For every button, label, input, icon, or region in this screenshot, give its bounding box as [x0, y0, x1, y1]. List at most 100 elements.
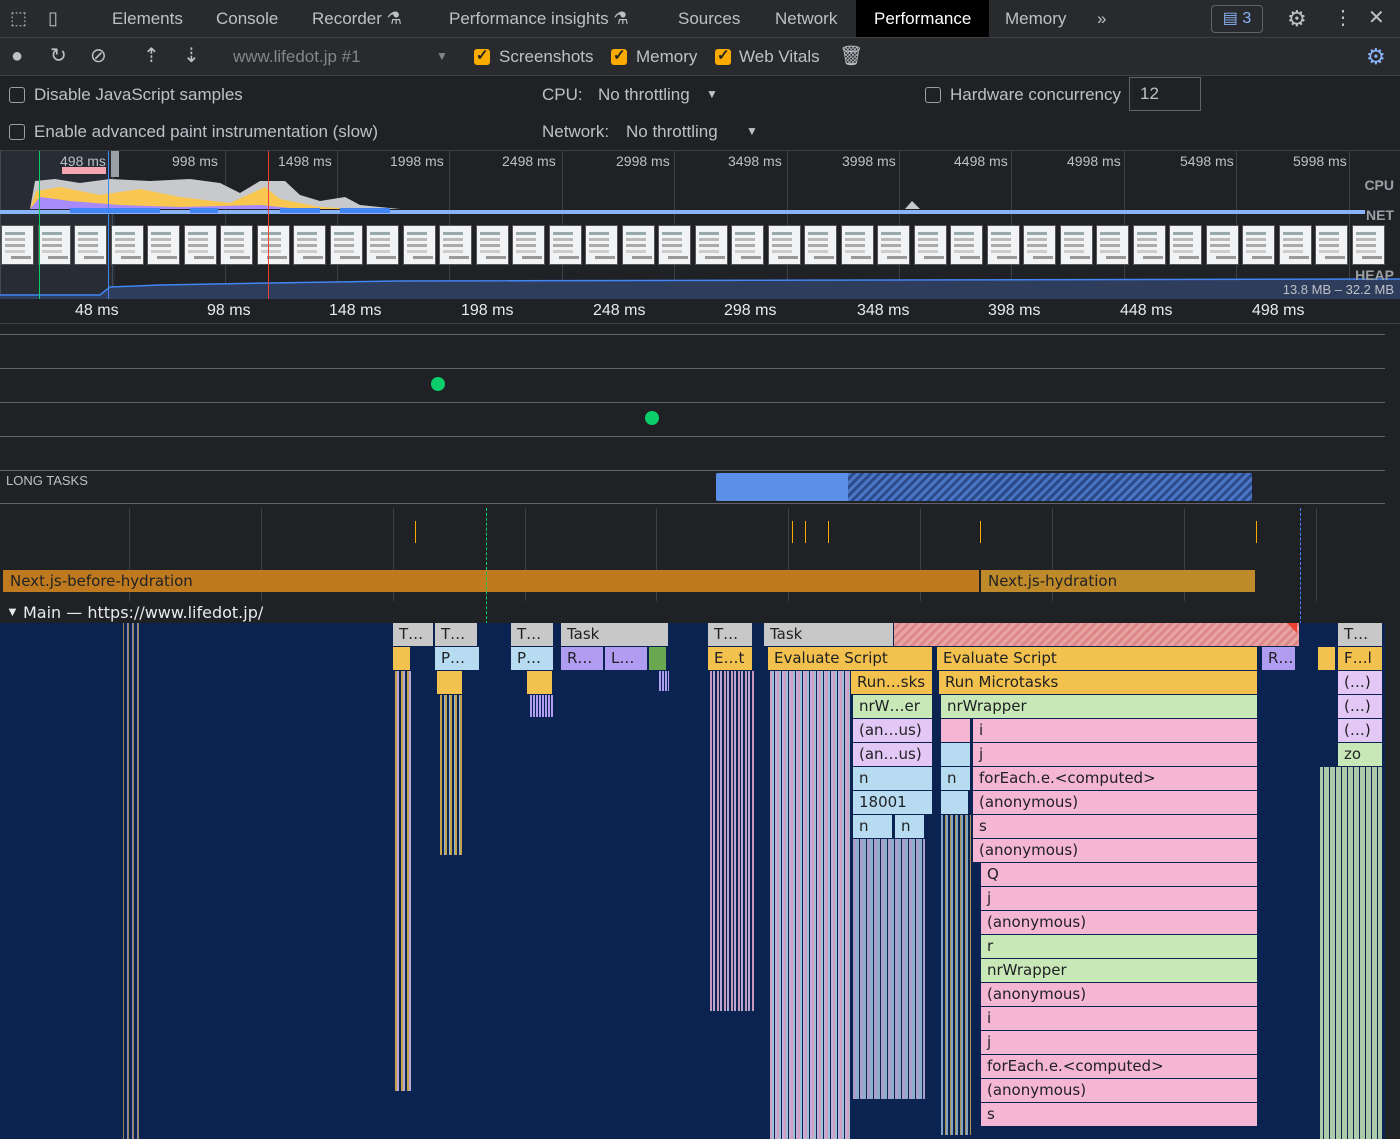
tab-network[interactable]: Network [775, 0, 837, 37]
flame-block[interactable]: n [895, 815, 925, 838]
settings-gear-icon[interactable]: ⚙ [1287, 0, 1307, 37]
trash-icon[interactable]: 🗑 [839, 38, 863, 75]
inspect-element-icon[interactable]: ⬚ [10, 0, 27, 37]
screenshot-thumbnail[interactable] [512, 225, 545, 265]
flame-block[interactable]: (anonymous) [973, 791, 1258, 814]
screenshot-thumbnail[interactable] [1059, 225, 1093, 265]
long-task-block[interactable]: Task [764, 623, 894, 646]
flame-block[interactable]: (an…us) [853, 743, 933, 766]
screenshot-thumbnail[interactable] [585, 225, 618, 265]
flame-block[interactable]: forEach.e.<computed> [973, 767, 1258, 790]
upload-icon[interactable]: ⇡ [143, 38, 160, 75]
flame-block[interactable]: (anonymous) [981, 1079, 1258, 1102]
evaluate-script-block[interactable]: Evaluate Script [937, 647, 1258, 670]
screenshot-thumbnail[interactable] [183, 225, 217, 265]
tab-recorder[interactable]: Recorder ⚗ [312, 0, 402, 37]
parse-block[interactable]: P… [511, 647, 554, 670]
screenshot-thumbnail[interactable] [1242, 225, 1275, 265]
tab-performance[interactable]: Performance [856, 0, 990, 37]
flame-block[interactable] [1318, 647, 1336, 670]
function-call-block[interactable]: F…l [1338, 647, 1383, 670]
flame-block[interactable]: forEach.e.<computed> [981, 1055, 1258, 1078]
flame-block[interactable]: i [973, 719, 1258, 742]
flame-block[interactable] [941, 791, 969, 814]
flame-block[interactable]: (an…us) [853, 719, 933, 742]
flame-block[interactable]: j [973, 743, 1258, 766]
screenshot-thumbnail[interactable] [1132, 225, 1166, 265]
flame-block[interactable] [527, 671, 553, 694]
flame-block[interactable]: n [853, 767, 933, 790]
flame-block[interactable]: (anonymous) [981, 983, 1258, 1006]
more-tabs-button[interactable]: » [1097, 0, 1106, 37]
tab-console[interactable]: Console [216, 0, 278, 37]
web-vitals-checkbox[interactable] [715, 46, 731, 65]
screenshot-thumbnail[interactable] [1351, 225, 1385, 265]
flame-block[interactable]: s [981, 1103, 1258, 1126]
screenshot-thumbnail[interactable] [767, 225, 801, 265]
device-toolbar-icon[interactable]: ▯ [48, 0, 58, 37]
screenshot-thumbnail[interactable] [366, 225, 399, 265]
screenshot-thumbnail[interactable] [37, 225, 71, 265]
flame-block[interactable]: (…) [1338, 671, 1383, 694]
main-thread-header[interactable]: ▼ Main — https://www.lifedot.jp/ [0, 601, 1386, 624]
flame-block[interactable] [941, 719, 971, 742]
tab-sources[interactable]: Sources [678, 0, 740, 37]
hardware-concurrency-checkbox[interactable] [925, 87, 941, 103]
flame-block[interactable] [437, 671, 463, 694]
flame-block[interactable]: Q [981, 863, 1258, 886]
timing-before-hydration[interactable]: Next.js-before-hydration [3, 570, 979, 592]
flame-block[interactable]: (anonymous) [981, 911, 1258, 934]
screenshot-thumbnail[interactable] [1205, 225, 1239, 265]
more-options-icon[interactable]: ⋮ [1333, 0, 1353, 37]
evaluate-script-block[interactable]: E…t [708, 647, 753, 670]
flame-block[interactable]: i [981, 1007, 1258, 1030]
web-vital-marker[interactable] [645, 411, 659, 425]
task-block[interactable]: T… [511, 623, 554, 646]
run-microtasks-block[interactable]: Run Microtasks [939, 671, 1258, 694]
disable-js-checkbox[interactable] [9, 87, 25, 103]
flame-block[interactable]: j [981, 1031, 1258, 1054]
scrollbar[interactable] [1386, 555, 1400, 1139]
screenshot-thumbnail[interactable] [1278, 225, 1312, 265]
enable-paint-checkbox[interactable] [9, 124, 25, 140]
flame-block[interactable]: L… [605, 647, 648, 670]
tab-performance-insights[interactable]: Performance insights ⚗ [449, 0, 629, 37]
task-block[interactable]: T… [435, 623, 478, 646]
flame-block[interactable]: n [941, 767, 971, 790]
issues-badge[interactable]: ▤ 3 [1211, 5, 1263, 33]
flame-block[interactable]: j [981, 887, 1258, 910]
flame-block[interactable]: R… [561, 647, 604, 670]
screenshots-checkbox[interactable] [474, 46, 490, 65]
tab-memory[interactable]: Memory [1005, 0, 1066, 37]
run-microtasks-block[interactable]: Run…sks [851, 671, 933, 694]
screenshot-thumbnail[interactable] [74, 225, 107, 265]
timing-hydration[interactable]: Next.js-hydration [981, 570, 1255, 592]
screenshot-thumbnail[interactable] [439, 225, 472, 265]
screenshot-thumbnail[interactable] [402, 225, 436, 265]
task-block[interactable]: T… [708, 623, 753, 646]
flame-block[interactable]: 18001 [853, 791, 933, 814]
screenshot-thumbnail[interactable] [1023, 225, 1056, 265]
parse-block[interactable]: P… [435, 647, 480, 670]
flame-block[interactable]: nrWrapper [941, 695, 1258, 718]
hardware-concurrency-input[interactable]: 12 [1129, 77, 1201, 111]
flame-block[interactable]: s [973, 815, 1258, 838]
flame-block[interactable]: zo [1338, 743, 1383, 766]
selection-handle[interactable] [111, 151, 119, 177]
screenshot-thumbnail[interactable] [1315, 225, 1348, 265]
screenshot-thumbnail[interactable] [694, 225, 728, 265]
screenshot-thumbnail[interactable] [840, 225, 874, 265]
flame-block[interactable]: R… [1262, 647, 1296, 670]
timeline-overview[interactable]: 498 ms 998 ms 1498 ms 1998 ms 2498 ms 29… [0, 151, 1400, 299]
screenshot-thumbnail[interactable] [293, 225, 326, 265]
screenshot-thumbnail[interactable] [475, 225, 509, 265]
record-icon[interactable]: ● [11, 38, 23, 75]
screenshot-thumbnail[interactable] [548, 225, 582, 265]
reload-icon[interactable]: ↻ [50, 38, 67, 75]
flame-block[interactable]: nrW…er [853, 695, 933, 718]
long-task-overflow[interactable] [848, 473, 1252, 501]
flame-block[interactable]: (…) [1338, 695, 1383, 718]
screenshot-thumbnail[interactable] [658, 225, 691, 265]
screenshot-thumbnail[interactable] [731, 225, 764, 265]
screenshot-thumbnail[interactable] [1096, 225, 1129, 265]
